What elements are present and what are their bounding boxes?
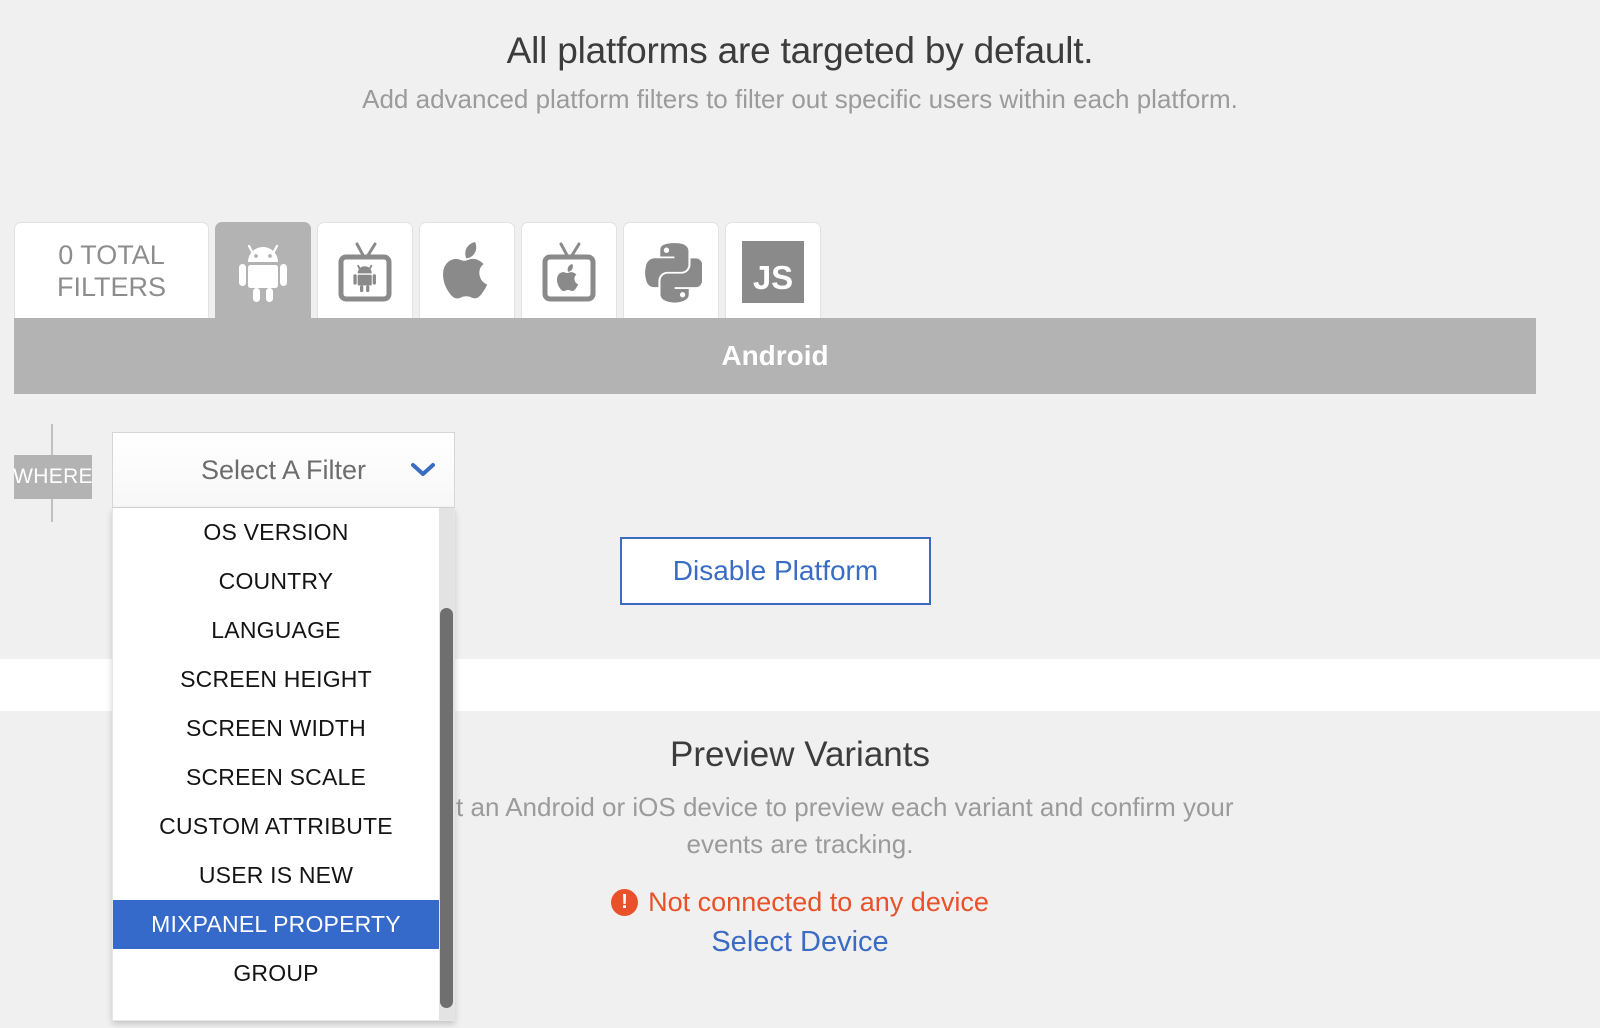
filter-option[interactable]: LANGUAGE — [113, 606, 439, 655]
python-icon — [640, 241, 702, 303]
device-connection-status-label: Not connected to any device — [648, 886, 989, 917]
platform-tab-apple[interactable] — [419, 222, 515, 320]
platform-banner-label: Android — [721, 340, 829, 371]
filter-option[interactable]: GROUP — [113, 949, 439, 998]
android-icon — [236, 240, 290, 304]
filter-option[interactable]: OS VERSION — [113, 508, 439, 557]
disable-platform-label: Disable Platform — [672, 555, 879, 586]
page-subtitle: Add advanced platform filters to filter … — [362, 84, 1238, 115]
filter-option[interactable]: CUSTOM ATTRIBUTE — [113, 802, 439, 851]
platform-tab-strip: 0 TOTAL FILTERS JS — [14, 220, 827, 320]
platform-tab-python[interactable] — [623, 222, 719, 320]
dropdown-scrollbar-thumb[interactable] — [440, 608, 453, 1008]
filter-option[interactable]: USER IS NEW — [113, 851, 439, 900]
svg-text:JS: JS — [753, 259, 793, 296]
select-device-link[interactable]: Select Device — [711, 926, 888, 959]
filter-option[interactable]: COUNTRY — [113, 557, 439, 606]
filter-option[interactable]: SCREEN HEIGHT — [113, 655, 439, 704]
android-tv-icon — [335, 241, 395, 303]
filter-select-box[interactable]: Select A Filter — [112, 432, 455, 508]
platform-targeting-page: All platforms are targeted by default. A… — [0, 0, 1600, 1028]
filter-option-selected[interactable]: MIXPANEL PROPERTY — [113, 900, 439, 949]
js-icon: JS — [742, 240, 804, 303]
total-filters-label: 0 TOTAL FILTERS — [56, 240, 166, 302]
platform-tab-javascript[interactable]: JS — [725, 222, 821, 320]
preview-subtitle: Connect an Android or iOS device to prev… — [366, 792, 1234, 859]
page-title: All platforms are targeted by default. — [506, 30, 1094, 71]
alert-circle-icon: ! — [611, 888, 639, 916]
total-filters-tab[interactable]: 0 TOTAL FILTERS — [14, 222, 209, 320]
platform-tab-android-tv[interactable] — [317, 222, 413, 320]
apple-icon — [441, 240, 493, 304]
apple-tv-icon — [539, 241, 599, 303]
filter-option-list: OS VERSION COUNTRY LANGUAGE SCREEN HEIGH… — [113, 508, 439, 998]
platform-tab-android[interactable] — [215, 222, 311, 320]
filter-option[interactable]: SCREEN SCALE — [113, 753, 439, 802]
where-badge: WHERE — [13, 455, 93, 499]
filter-select-container: Select A Filter OS VERSION COUNTRY LANGU… — [112, 432, 455, 1021]
dropdown-scrollbar-track[interactable] — [439, 508, 454, 1020]
disable-platform-button[interactable]: Disable Platform — [620, 537, 931, 605]
filter-option[interactable]: SCREEN WIDTH — [113, 704, 439, 753]
chevron-down-icon[interactable] — [410, 462, 436, 478]
page-header: All platforms are targeted by default. A… — [0, 28, 1600, 116]
filter-dropdown-menu: OS VERSION COUNTRY LANGUAGE SCREEN HEIGH… — [112, 508, 455, 1021]
platform-banner: Android — [14, 318, 1536, 394]
filter-select-value: Select A Filter — [200, 454, 367, 485]
platform-tab-apple-tv[interactable] — [521, 222, 617, 320]
